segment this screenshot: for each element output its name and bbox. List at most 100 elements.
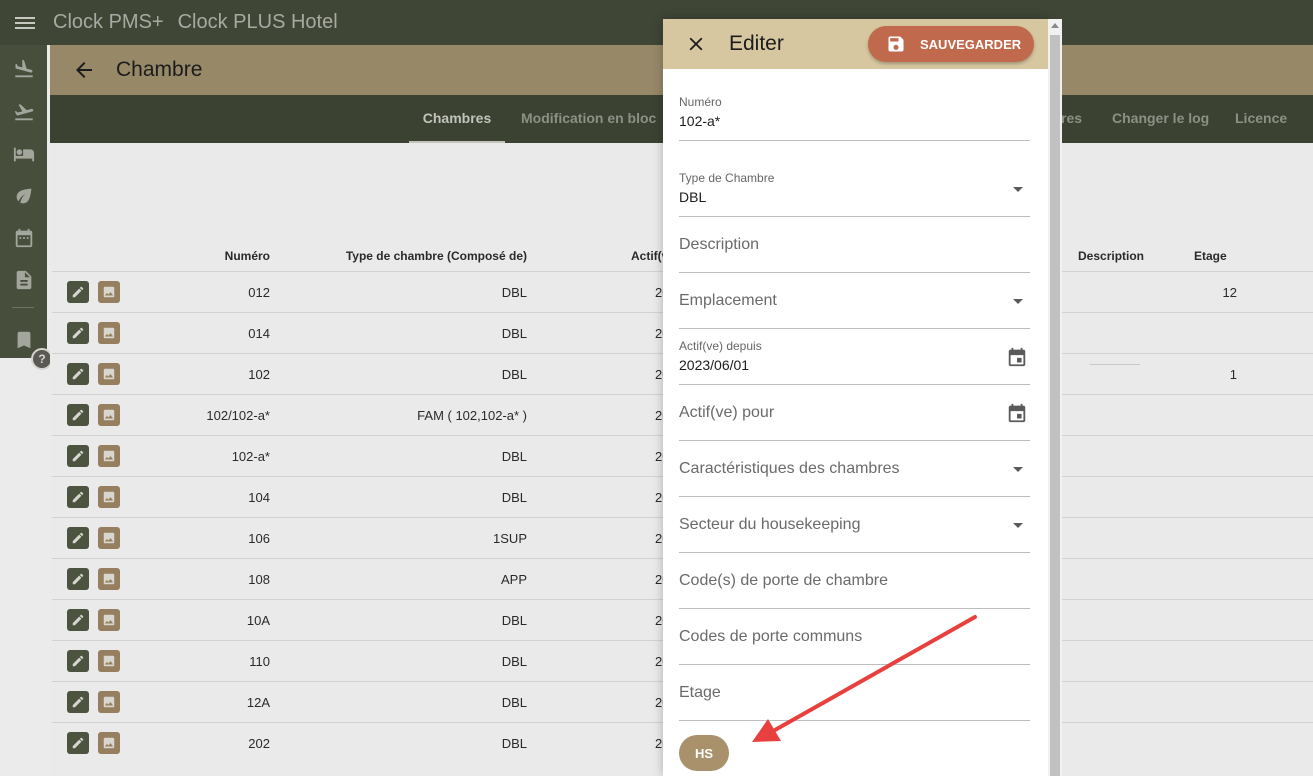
caracteristiques-select[interactable]: Caractéristiques des chambres: [679, 453, 1030, 497]
header-description[interactable]: Description: [1078, 249, 1144, 263]
edit-icon[interactable]: [67, 363, 89, 385]
emplacement-placeholder: Emplacement: [679, 292, 777, 309]
cell-type: DBL: [501, 654, 527, 669]
tab-changer-le-log[interactable]: Changer le log: [1112, 95, 1209, 143]
actif-pour-placeholder: Actif(ve) pour: [679, 404, 775, 421]
sidebar-divider: [12, 307, 34, 308]
cell-numero: 12A: [246, 695, 270, 710]
codes-porte-communs-placeholder: Codes de porte communs: [679, 628, 863, 645]
description-placeholder: Description: [679, 236, 760, 253]
edit-icon[interactable]: [67, 609, 89, 631]
document-icon[interactable]: [0, 265, 47, 295]
numero-label: Numéro: [679, 95, 722, 109]
cell-type: DBL: [501, 367, 527, 382]
codes-porte-chambre-field[interactable]: Code(s) de porte de chambre: [679, 565, 1030, 609]
cell-type: DBL: [501, 695, 527, 710]
edit-icon[interactable]: [67, 732, 89, 754]
dialog-title: Editer: [729, 32, 784, 55]
edit-icon[interactable]: [67, 568, 89, 590]
image-icon[interactable]: [98, 691, 120, 713]
calendar-icon[interactable]: [1006, 402, 1028, 424]
actif-pour-field[interactable]: Actif(ve) pour: [679, 397, 1030, 441]
flight-departure-icon[interactable]: [0, 97, 47, 127]
edit-icon[interactable]: [67, 527, 89, 549]
numero-value: 102-a*: [679, 113, 721, 129]
edit-icon[interactable]: [67, 322, 89, 344]
image-icon[interactable]: [98, 363, 120, 385]
dialog-header: Editer SAUVEGARDER: [663, 19, 1048, 69]
scroll-up-icon[interactable]: [1051, 23, 1059, 28]
cell-numero: 014: [248, 326, 270, 341]
tab-modification-en-bloc[interactable]: Modification en bloc: [521, 95, 656, 143]
tab-licence[interactable]: Licence: [1235, 95, 1287, 143]
cell-numero: 108: [248, 572, 270, 587]
edit-icon[interactable]: [67, 404, 89, 426]
image-icon[interactable]: [98, 445, 120, 467]
scroll-thumb[interactable]: [1050, 35, 1060, 776]
chevron-down-icon[interactable]: [1013, 523, 1023, 528]
cell-numero: 104: [248, 490, 270, 505]
edit-dialog: Editer SAUVEGARDER Numéro 102-a* Type de…: [663, 19, 1048, 776]
menu-icon[interactable]: [0, 0, 50, 45]
cell-numero: 110: [249, 654, 270, 669]
cell-type: DBL: [501, 449, 527, 464]
cell-etage: 1: [1229, 367, 1237, 382]
header-etage[interactable]: Etage: [1194, 249, 1227, 263]
image-icon[interactable]: [98, 527, 120, 549]
hs-toggle-chip[interactable]: HS: [679, 735, 729, 771]
cell-type: 1SUP: [493, 531, 527, 546]
cell-type: FAM ( 102,102-a* ): [417, 408, 527, 423]
save-button[interactable]: SAUVEGARDER: [868, 26, 1034, 62]
etage-field[interactable]: Etage: [679, 677, 1030, 721]
image-icon[interactable]: [98, 486, 120, 508]
image-icon[interactable]: [98, 732, 120, 754]
cell-type: DBL: [501, 285, 527, 300]
etage-placeholder: Etage: [679, 684, 721, 701]
image-icon[interactable]: [98, 609, 120, 631]
flight-arrival-icon[interactable]: [0, 54, 47, 84]
leaf-icon[interactable]: [0, 181, 47, 211]
calendar-icon[interactable]: [0, 223, 47, 253]
header-numero[interactable]: Numéro: [225, 249, 270, 263]
cell-type: APP: [500, 572, 527, 587]
calendar-icon[interactable]: [1006, 346, 1028, 368]
cell-numero: 10A: [246, 613, 270, 628]
tab-chambres[interactable]: Chambres: [409, 95, 505, 143]
image-icon[interactable]: [98, 568, 120, 590]
cell-type: DBL: [501, 736, 527, 751]
cell-numero: 102-a*: [231, 449, 270, 464]
secteur-select[interactable]: Secteur du housekeeping: [679, 509, 1030, 553]
save-icon: [888, 36, 904, 52]
close-icon[interactable]: [685, 33, 707, 55]
edit-icon[interactable]: [67, 445, 89, 467]
tab-partial[interactable]: res: [1061, 95, 1082, 143]
room-type-select[interactable]: Type de Chambre DBL: [679, 165, 1030, 217]
numero-field[interactable]: Numéro 102-a*: [679, 89, 1030, 141]
codes-porte-communs-field[interactable]: Codes de porte communs: [679, 621, 1030, 665]
description-field[interactable]: Description: [679, 229, 1030, 273]
hotel-name: Clock PLUS Hotel: [177, 11, 338, 33]
image-icon[interactable]: [98, 650, 120, 672]
sidebar: [0, 45, 47, 358]
back-arrow-icon[interactable]: [72, 58, 96, 82]
cell-numero: 106: [248, 531, 270, 546]
chevron-down-icon[interactable]: [1013, 299, 1023, 304]
cell-numero: 102/102-a*: [206, 408, 270, 423]
image-icon[interactable]: [98, 404, 120, 426]
cell-numero: 202: [248, 736, 270, 751]
image-icon[interactable]: [98, 281, 120, 303]
image-icon[interactable]: [98, 322, 120, 344]
actif-depuis-field[interactable]: Actif(ve) depuis 2023/06/01: [679, 333, 1030, 385]
chevron-down-icon[interactable]: [1013, 467, 1023, 472]
edit-icon[interactable]: [67, 650, 89, 672]
header-type[interactable]: Type de chambre (Composé de): [346, 249, 527, 263]
dialog-scrollbar[interactable]: [1048, 19, 1062, 776]
chevron-down-icon[interactable]: [1013, 187, 1023, 192]
edit-icon[interactable]: [67, 281, 89, 303]
edit-icon[interactable]: [67, 691, 89, 713]
codes-porte-chambre-placeholder: Code(s) de porte de chambre: [679, 572, 888, 589]
emplacement-select[interactable]: Emplacement: [679, 285, 1030, 329]
bed-icon[interactable]: [0, 139, 47, 169]
edit-icon[interactable]: [67, 486, 89, 508]
cell-numero: 012: [248, 285, 270, 300]
